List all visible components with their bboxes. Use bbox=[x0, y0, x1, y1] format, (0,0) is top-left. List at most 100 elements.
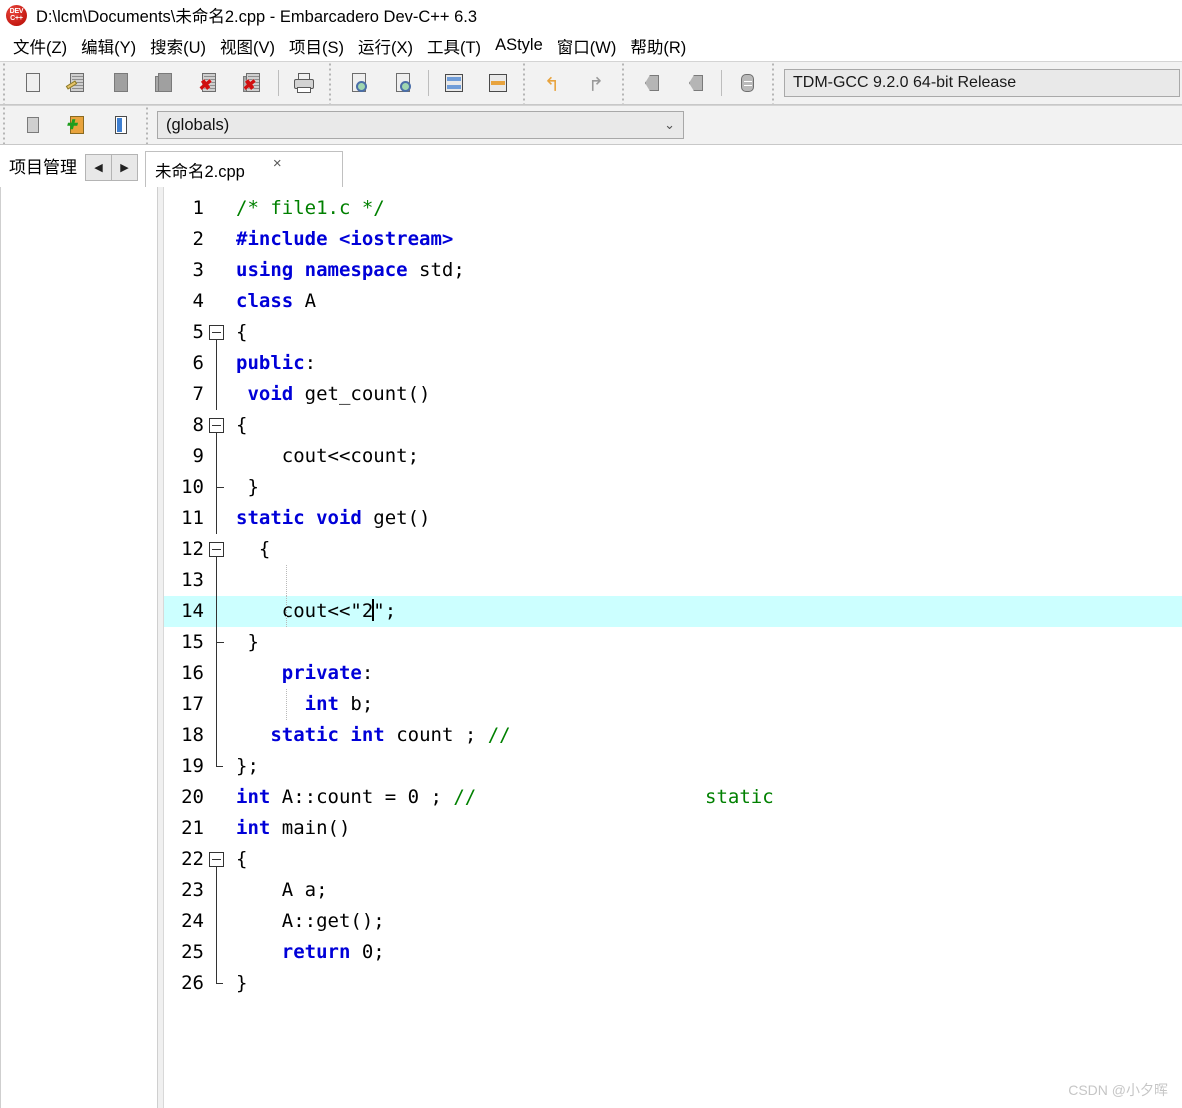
comment-button[interactable] bbox=[725, 62, 769, 104]
menu-window[interactable]: 窗口(W) bbox=[550, 32, 624, 60]
fold-column[interactable] bbox=[206, 813, 228, 844]
fold-column[interactable] bbox=[206, 534, 228, 565]
fold-column[interactable] bbox=[206, 255, 228, 286]
code-line[interactable]: 11 static void get() bbox=[164, 503, 1182, 534]
menu-file[interactable]: 文件(Z) bbox=[6, 32, 74, 60]
menu-astyle[interactable]: AStyle bbox=[488, 34, 550, 57]
nav-prev-button[interactable]: ◀ bbox=[85, 154, 112, 181]
fold-column[interactable] bbox=[206, 379, 228, 410]
code-line[interactable]: 20 int A::count = 0 ; // static bbox=[164, 782, 1182, 813]
code-line[interactable]: 13 bbox=[164, 565, 1182, 596]
fold-column[interactable] bbox=[206, 193, 228, 224]
scope-combo[interactable]: (globals) ⌄ bbox=[157, 111, 684, 139]
project-tree-panel[interactable] bbox=[0, 187, 158, 1108]
toolbar-grip-4[interactable] bbox=[619, 62, 628, 104]
fold-collapse-icon[interactable] bbox=[209, 418, 224, 433]
code-line[interactable]: 5{ bbox=[164, 317, 1182, 348]
menu-view[interactable]: 视图(V) bbox=[213, 32, 282, 60]
fold-column[interactable] bbox=[206, 627, 228, 658]
fold-collapse-icon[interactable] bbox=[209, 852, 224, 867]
menu-project[interactable]: 项目(S) bbox=[282, 32, 351, 60]
editor-tab-active[interactable]: 未命名2.cpp × bbox=[145, 151, 343, 187]
code-line[interactable]: 23 A a; bbox=[164, 875, 1182, 906]
toolbar-grip-2[interactable] bbox=[326, 62, 335, 104]
code-line[interactable]: 21 int main() bbox=[164, 813, 1182, 844]
code-line[interactable]: 25 return 0; bbox=[164, 937, 1182, 968]
toolbar2-grip[interactable] bbox=[0, 106, 9, 144]
toolbar-grip-5[interactable] bbox=[769, 62, 778, 104]
nav-next-button[interactable]: ▶ bbox=[111, 154, 138, 181]
fold-column[interactable] bbox=[206, 658, 228, 689]
code-line[interactable]: 18 static int count ; // bbox=[164, 720, 1182, 751]
code-editor[interactable]: 1 /* file1.c */ 2 #include <iostream> 3 using… bbox=[163, 187, 1182, 1108]
menu-run[interactable]: 运行(X) bbox=[351, 32, 420, 60]
find-button[interactable] bbox=[337, 62, 381, 104]
undo-button[interactable]: ↰ bbox=[531, 62, 575, 104]
fold-column[interactable] bbox=[206, 224, 228, 255]
close-all-button[interactable]: ✖ bbox=[231, 62, 275, 104]
fold-column[interactable] bbox=[206, 441, 228, 472]
fold-column[interactable] bbox=[206, 844, 228, 875]
redo-button[interactable]: ↱ bbox=[575, 62, 619, 104]
toolbar-grip[interactable] bbox=[0, 62, 9, 104]
fold-column[interactable] bbox=[206, 968, 228, 999]
toggle-panel-button[interactable] bbox=[432, 62, 476, 104]
fold-column[interactable] bbox=[206, 751, 228, 782]
replace-button[interactable] bbox=[381, 62, 425, 104]
code-line[interactable]: 19}; bbox=[164, 751, 1182, 782]
toolbar-grip-3[interactable] bbox=[520, 62, 529, 104]
code-line[interactable]: 15 } bbox=[164, 627, 1182, 658]
toolbar2-grip-2[interactable] bbox=[143, 106, 152, 144]
fold-collapse-icon[interactable] bbox=[209, 542, 224, 557]
fold-column[interactable] bbox=[206, 596, 228, 627]
project-manager-tab[interactable]: 项目管理 bbox=[0, 153, 83, 187]
menu-edit[interactable]: 编辑(Y) bbox=[74, 32, 143, 60]
code-line[interactable]: 24 A::get(); bbox=[164, 906, 1182, 937]
print-button[interactable] bbox=[282, 62, 326, 104]
insert-snippet-button[interactable] bbox=[11, 106, 55, 144]
code-line[interactable]: 17 int b; bbox=[164, 689, 1182, 720]
fold-column[interactable] bbox=[206, 782, 228, 813]
fold-collapse-icon[interactable] bbox=[209, 325, 224, 340]
fold-column[interactable] bbox=[206, 937, 228, 968]
toggle-bookmark-button[interactable] bbox=[99, 106, 143, 144]
fold-column[interactable] bbox=[206, 503, 228, 534]
fold-column[interactable] bbox=[206, 348, 228, 379]
add-to-project-button[interactable]: ✚ bbox=[55, 106, 99, 144]
code-line[interactable]: 16 private: bbox=[164, 658, 1182, 689]
code-line[interactable]: 1 /* file1.c */ bbox=[164, 193, 1182, 224]
close-file-button[interactable]: ✖ bbox=[187, 62, 231, 104]
prev-tab-button[interactable] bbox=[630, 62, 674, 104]
fold-column[interactable] bbox=[206, 720, 228, 751]
code-line[interactable]: 7 void get_count() bbox=[164, 379, 1182, 410]
code-line[interactable]: 10 } bbox=[164, 472, 1182, 503]
save-all-button[interactable] bbox=[143, 62, 187, 104]
fold-column[interactable] bbox=[206, 689, 228, 720]
fold-column[interactable] bbox=[206, 410, 228, 441]
code-line[interactable]: 22 { bbox=[164, 844, 1182, 875]
code-line[interactable]: 6 public: bbox=[164, 348, 1182, 379]
code-line[interactable]: 26} bbox=[164, 968, 1182, 999]
menu-tools[interactable]: 工具(T) bbox=[420, 32, 488, 60]
fold-column[interactable] bbox=[206, 317, 228, 348]
compiler-selector[interactable]: TDM-GCC 9.2.0 64-bit Release bbox=[784, 69, 1180, 97]
fold-column[interactable] bbox=[206, 565, 228, 596]
close-icon[interactable]: × bbox=[273, 156, 282, 171]
goto-line-button[interactable] bbox=[476, 62, 520, 104]
save-file-button[interactable] bbox=[99, 62, 143, 104]
code-line[interactable]: 12 { bbox=[164, 534, 1182, 565]
code-line[interactable]: 2 #include <iostream> bbox=[164, 224, 1182, 255]
fold-column[interactable] bbox=[206, 286, 228, 317]
next-tab-button[interactable] bbox=[674, 62, 718, 104]
code-line[interactable]: 3 using namespace std; bbox=[164, 255, 1182, 286]
code-line[interactable]: 9 cout<<count; bbox=[164, 441, 1182, 472]
open-file-button[interactable] bbox=[55, 62, 99, 104]
new-file-button[interactable] bbox=[11, 62, 55, 104]
fold-column[interactable] bbox=[206, 472, 228, 503]
menu-search[interactable]: 搜索(U) bbox=[143, 32, 213, 60]
fold-column[interactable] bbox=[206, 875, 228, 906]
fold-column[interactable] bbox=[206, 906, 228, 937]
code-line[interactable]: 4 class A bbox=[164, 286, 1182, 317]
code-line[interactable]: 14 cout<<"2"; bbox=[164, 596, 1182, 627]
code-line[interactable]: 8{ bbox=[164, 410, 1182, 441]
